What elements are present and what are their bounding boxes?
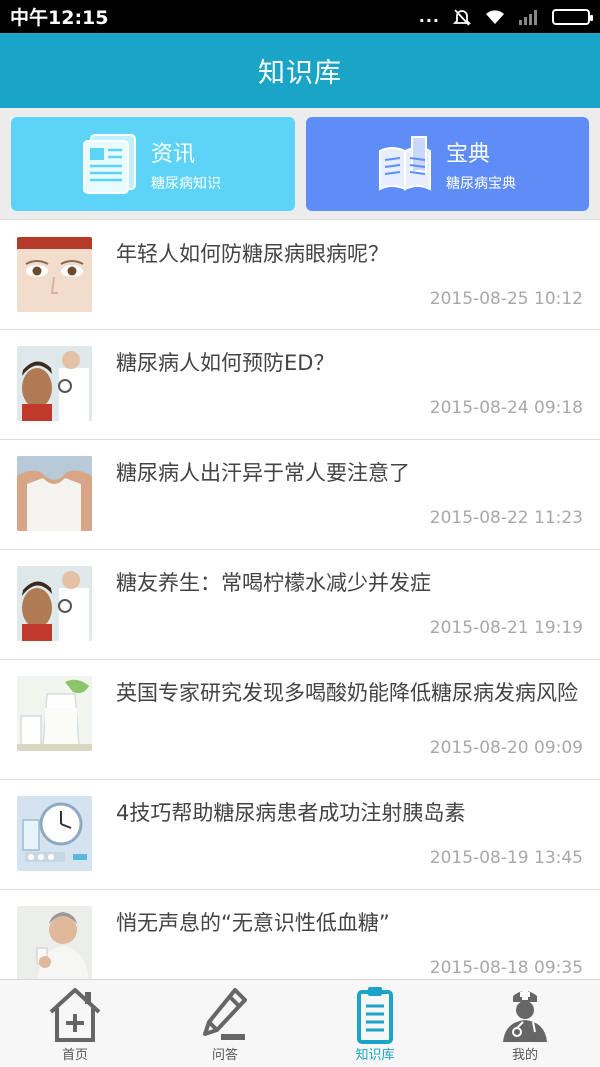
tab-home-label: 首页 xyxy=(61,1048,88,1063)
news-date: 2015-08-20 09:09 xyxy=(429,738,583,758)
clipboard-icon xyxy=(357,987,393,1044)
page-title: 知识库 xyxy=(258,58,342,89)
bottom-tab-bar: 首页 问答 知识库 我的 xyxy=(0,979,600,1067)
tab-knowledge-label: 知识库 xyxy=(355,1048,395,1063)
news-item[interactable]: 年轻人如何防糖尿病眼病呢？ 2015-08-25 10:12 xyxy=(0,221,600,330)
news-item[interactable]: 糖尿病人出汗异于常人要注意了 2015-08-22 11:23 xyxy=(0,440,600,550)
category-news-button[interactable]: 资讯 糖尿病知识 xyxy=(11,117,295,211)
category-book-title: 宝典 xyxy=(446,141,491,167)
news-item[interactable]: 糖尿病人如何预防ED？ 2015-08-24 09:18 xyxy=(0,330,600,440)
home-icon xyxy=(49,988,101,1042)
news-title: 糖尿病人如何预防ED？ xyxy=(116,351,335,375)
news-list[interactable]: 年轻人如何防糖尿病眼病呢？ 2015-08-25 10:12 糖尿病人如何预防E… xyxy=(0,221,600,979)
news-date: 2015-08-18 09:35 xyxy=(429,958,583,978)
battery-icon xyxy=(552,8,593,25)
newspaper-icon xyxy=(83,134,136,194)
news-thumbnail xyxy=(17,456,92,531)
news-date: 2015-08-19 13:45 xyxy=(429,848,583,868)
category-news-subtitle: 糖尿病知识 xyxy=(151,175,221,192)
mute-icon xyxy=(452,8,472,26)
news-title: 糖友养生：常喝柠檬水减少并发症 xyxy=(116,571,431,595)
news-item[interactable]: 英国专家研究发现多喝酸奶能降低糖尿病发病风险 2015-08-20 09:09 xyxy=(0,660,600,780)
doctor-icon xyxy=(503,990,547,1042)
news-title: 年轻人如何防糖尿病眼病呢？ xyxy=(116,242,389,266)
tab-qa[interactable]: 问答 xyxy=(150,980,300,1067)
pencil-icon xyxy=(203,988,247,1040)
dots-icon: ... xyxy=(418,7,440,26)
tab-knowledge[interactable]: 知识库 xyxy=(300,980,450,1067)
news-item[interactable]: 悄无声息的“无意识性低血糖” 2015-08-18 09:35 xyxy=(0,890,600,979)
news-thumbnail xyxy=(17,346,92,421)
category-book-subtitle: 糖尿病宝典 xyxy=(446,175,516,192)
news-date: 2015-08-22 11:23 xyxy=(429,508,583,528)
news-title: 悄无声息的“无意识性低血糖” xyxy=(116,911,390,935)
news-title: 4技巧帮助糖尿病患者成功注射胰岛素 xyxy=(116,801,466,825)
status-time: 中午12:15 xyxy=(10,7,109,29)
news-date: 2015-08-21 19:19 xyxy=(429,618,583,638)
news-title: 英国专家研究发现多喝酸奶能降低糖尿病发病风险 xyxy=(116,681,578,705)
category-book-button[interactable]: 宝典 糖尿病宝典 xyxy=(306,117,589,211)
category-strip: 资讯 糖尿病知识 宝典 糖尿病宝典 xyxy=(0,108,600,220)
news-item[interactable]: 糖友养生：常喝柠檬水减少并发症 2015-08-21 19:19 xyxy=(0,550,600,660)
wifi-icon xyxy=(486,9,504,24)
news-thumbnail xyxy=(17,676,92,751)
news-title: 糖尿病人出汗异于常人要注意了 xyxy=(116,461,410,485)
category-news-title: 资讯 xyxy=(151,141,196,167)
signal-icon xyxy=(519,9,537,25)
status-icons: ... xyxy=(418,7,593,27)
news-thumbnail xyxy=(17,566,92,641)
news-date: 2015-08-24 09:18 xyxy=(429,398,583,418)
news-thumbnail xyxy=(17,237,92,312)
news-thumbnail xyxy=(17,796,92,871)
page-header: 知识库 xyxy=(0,33,600,108)
news-item[interactable]: 4技巧帮助糖尿病患者成功注射胰岛素 2015-08-19 13:45 xyxy=(0,780,600,890)
status-bar: 中午12:15 ... xyxy=(0,0,600,33)
tab-qa-label: 问答 xyxy=(211,1048,238,1063)
tab-mine[interactable]: 我的 xyxy=(450,980,600,1067)
tab-home[interactable]: 首页 xyxy=(0,980,150,1067)
news-thumbnail xyxy=(17,906,92,979)
book-icon xyxy=(379,136,431,191)
news-date: 2015-08-25 10:12 xyxy=(429,289,583,309)
tab-mine-label: 我的 xyxy=(511,1048,538,1063)
